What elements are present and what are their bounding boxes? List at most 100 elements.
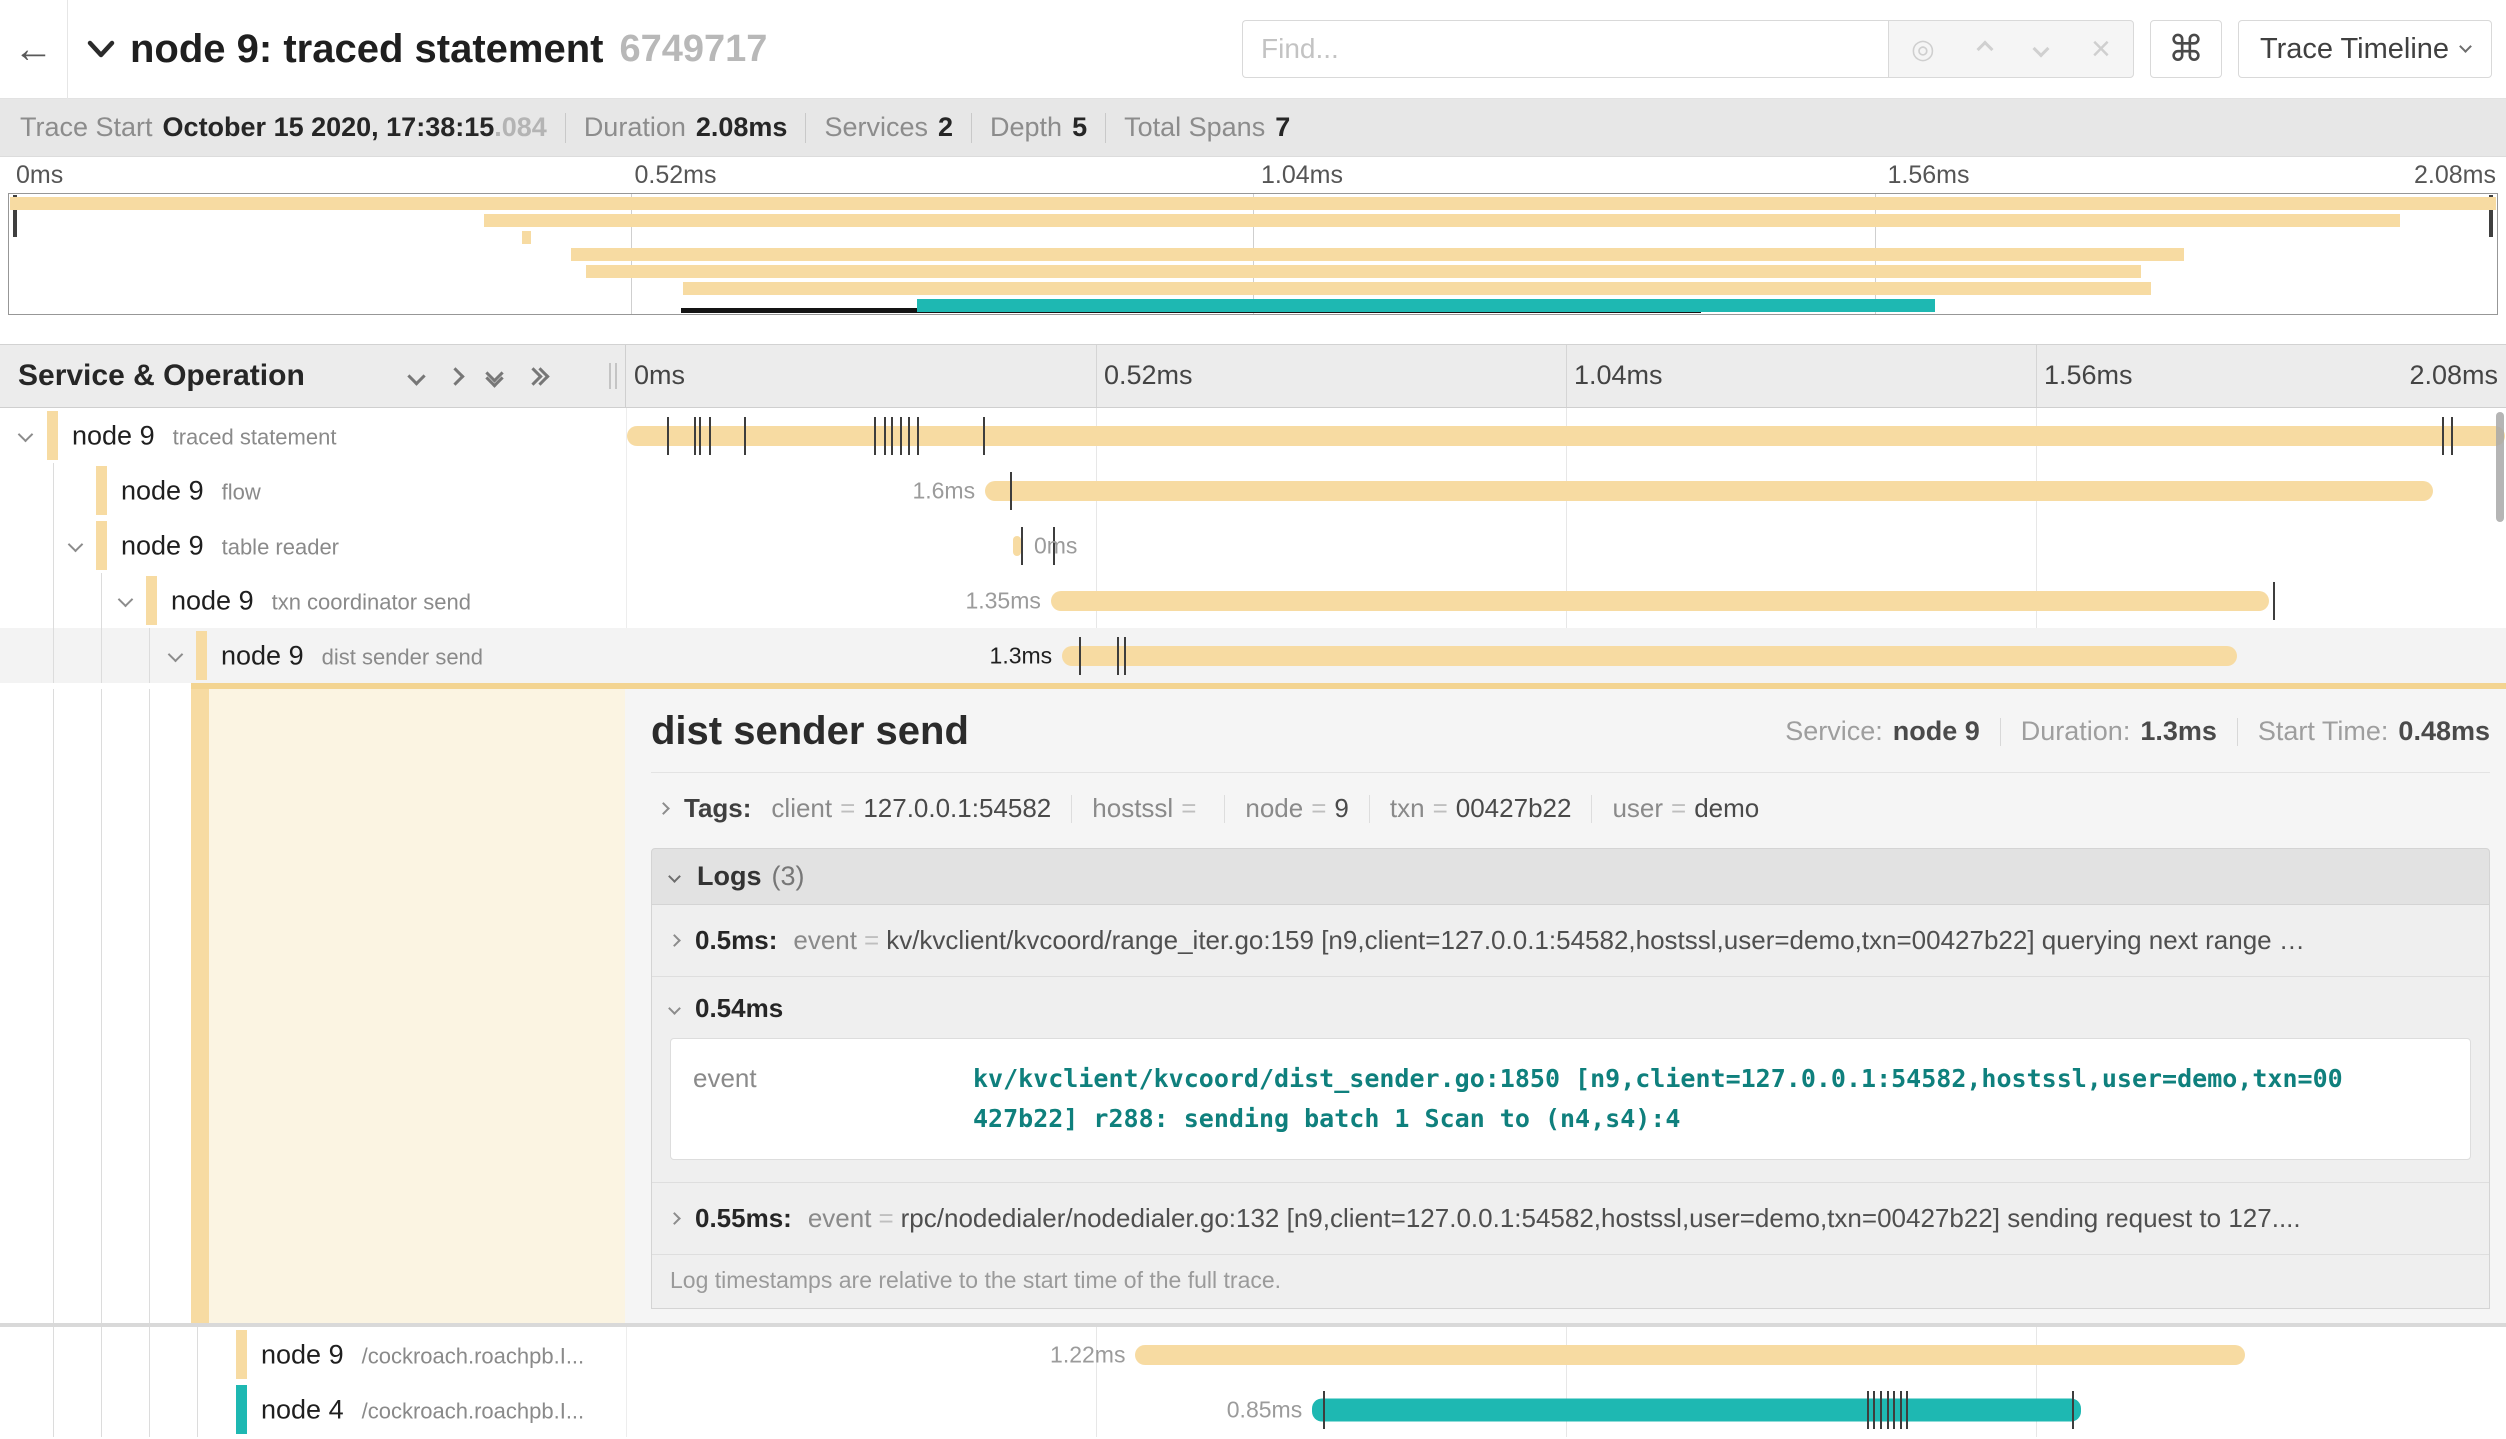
tree-guide-line xyxy=(149,689,150,1323)
find-input[interactable] xyxy=(1242,20,1888,78)
span-tree-chevron-icon[interactable] xyxy=(120,592,131,610)
span-duration-bar[interactable] xyxy=(1051,591,2269,611)
starttime-meta-label: Start Time: xyxy=(2258,716,2389,747)
span-service-name: node 4/cockroach.roachpb.I... xyxy=(261,1394,584,1425)
span-timeline-cell[interactable]: 0ms xyxy=(626,518,2506,573)
span-tree-chevron-icon[interactable] xyxy=(170,647,181,665)
span-name-cell[interactable]: node 9txn coordinator send xyxy=(0,573,626,628)
span-row[interactable]: node 9flow1.6ms xyxy=(0,463,2506,518)
tree-guide-line xyxy=(149,628,150,683)
span-timeline-cell[interactable]: 0.85ms xyxy=(626,1382,2506,1437)
log-event-table: event kv/kvclient/kvcoord/dist_sender.go… xyxy=(670,1038,2471,1160)
span-row[interactable]: node 9traced statement xyxy=(0,408,2506,463)
trace-summary-bar: Trace Start October 15 2020, 17:38:15.08… xyxy=(0,99,2506,157)
span-duration-bar[interactable] xyxy=(1013,536,1021,556)
service-meta-value: node 9 xyxy=(1893,716,1980,747)
span-duration-bar[interactable] xyxy=(1062,646,2237,666)
duration-value: 2.08ms xyxy=(696,112,788,143)
selected-span-color-strip xyxy=(191,689,209,1323)
log-time: 0.55ms: xyxy=(695,1203,792,1234)
trace-title-group[interactable]: node 9: traced statement 6749717 xyxy=(86,27,1242,72)
tree-guide-line xyxy=(53,1382,54,1437)
log-field-value: kv/kvclient/kvcoord/dist_sender.go:1850 … xyxy=(973,1059,2448,1139)
find-group: ◎ × xyxy=(1242,20,2134,78)
span-name-cell[interactable]: node 9flow xyxy=(0,463,626,518)
next-result-icon[interactable] xyxy=(2035,43,2047,55)
match-target-icon[interactable]: ◎ xyxy=(1911,34,1935,65)
span-tree-chevron-icon[interactable] xyxy=(70,537,81,555)
tag-key: client xyxy=(771,793,832,823)
log-marker-tick xyxy=(1893,1391,1895,1429)
trace-minimap: 0ms 0.52ms 1.04ms 1.56ms 2.08ms xyxy=(0,157,2506,320)
span-timeline-cell[interactable]: 1.35ms xyxy=(626,573,2506,628)
prev-result-icon[interactable] xyxy=(1979,43,1991,55)
log-marker-tick xyxy=(1021,527,1023,565)
tag-key: hostssl xyxy=(1092,793,1173,823)
trace-start-label: Trace Start xyxy=(20,112,153,143)
tags-row[interactable]: Tags: client=127.0.0.1:54582hostssl=node… xyxy=(651,773,2490,842)
span-detail-card: dist sender send Service: node 9 Duratio… xyxy=(625,689,2506,1323)
span-row[interactable]: node 4/cockroach.roachpb.I... 0.85ms xyxy=(0,1382,2506,1437)
span-row[interactable]: node 9dist sender send1.3ms xyxy=(0,628,2506,683)
trace-id: 6749717 xyxy=(619,28,767,71)
tree-guide-line xyxy=(53,628,54,683)
tag-item[interactable]: hostssl= xyxy=(1092,793,1204,824)
log-marker-tick xyxy=(2072,1391,2074,1429)
log-entry-3[interactable]: 0.55ms: event = rpc/nodedialer/nodediale… xyxy=(652,1183,2489,1255)
log-marker-tick xyxy=(983,417,985,455)
span-duration-bar[interactable] xyxy=(1312,1398,2081,1421)
span-duration-bar[interactable] xyxy=(1135,1345,2244,1365)
log-entry-1[interactable]: 0.5ms: event = kv/kvclient/kvcoord/range… xyxy=(652,905,2489,977)
span-name-cell[interactable]: node 9/cockroach.roachpb.I... xyxy=(0,1327,626,1382)
span-color-strip xyxy=(236,1385,247,1434)
span-id-row: SpanID: 5597415943526560273 xyxy=(651,1309,2490,1323)
span-timeline-cell[interactable] xyxy=(626,408,2506,463)
logs-header[interactable]: Logs (3) xyxy=(651,848,2490,905)
collapse-all-icon[interactable] xyxy=(488,367,501,385)
logs-footnote: Log timestamps are relative to the start… xyxy=(652,1255,2489,1308)
divider xyxy=(2000,718,2001,746)
back-button[interactable]: ← xyxy=(0,0,68,99)
trace-view-selector[interactable]: Trace Timeline xyxy=(2238,20,2492,78)
tag-item[interactable]: client=127.0.0.1:54582 xyxy=(771,793,1051,824)
column-resize-handle[interactable] xyxy=(609,363,617,389)
expand-all-icon[interactable] xyxy=(527,370,547,383)
minimap-canvas[interactable] xyxy=(8,193,2498,315)
collapse-trace-chevron-icon[interactable] xyxy=(86,34,116,64)
tag-value: 00427b22 xyxy=(1456,793,1572,823)
clear-find-icon[interactable]: × xyxy=(2091,30,2111,69)
tree-guide-line xyxy=(149,1327,150,1382)
span-name-cell[interactable]: node 4/cockroach.roachpb.I... xyxy=(0,1382,626,1437)
span-row[interactable]: node 9table reader0ms xyxy=(0,518,2506,573)
logs-collapse-icon[interactable] xyxy=(668,870,681,883)
span-name-cell[interactable]: node 9traced statement xyxy=(0,408,626,463)
span-name-cell[interactable]: node 9table reader xyxy=(0,518,626,573)
minimap-span-bar xyxy=(586,265,2141,278)
minimap-span-bar xyxy=(10,197,2496,210)
span-color-strip xyxy=(236,1330,247,1379)
expand-one-icon[interactable] xyxy=(446,367,464,385)
span-timeline-cell[interactable]: 1.3ms xyxy=(626,628,2506,683)
tag-item[interactable]: txn=00427b22 xyxy=(1390,793,1572,824)
tree-guide-line xyxy=(101,573,102,628)
tags-expand-icon[interactable] xyxy=(657,802,670,815)
tag-item[interactable]: user=demo xyxy=(1612,793,1759,824)
tree-guide-line xyxy=(53,1327,54,1382)
span-tree-chevron-icon[interactable] xyxy=(20,427,31,445)
span-row[interactable]: node 9/cockroach.roachpb.I...1.22ms xyxy=(0,1327,2506,1382)
tag-value: demo xyxy=(1694,793,1759,823)
log-marker-tick xyxy=(699,417,701,455)
span-duration-bar[interactable] xyxy=(985,481,2433,501)
span-name-cell[interactable]: node 9dist sender send xyxy=(0,628,626,683)
rows-scrollbar-thumb[interactable] xyxy=(2496,412,2504,522)
tag-item[interactable]: node=9 xyxy=(1245,793,1349,824)
keyboard-shortcuts-button[interactable]: ⌘ xyxy=(2150,20,2222,78)
span-timeline-cell[interactable]: 1.22ms xyxy=(626,1327,2506,1382)
log-entry-2-header[interactable]: 0.54ms xyxy=(652,977,2489,1036)
span-timeline-cell[interactable]: 1.6ms xyxy=(626,463,2506,518)
bottom-span-rows: node 9/cockroach.roachpb.I...1.22msnode … xyxy=(0,1327,2506,1437)
span-row[interactable]: node 9txn coordinator send1.35ms xyxy=(0,573,2506,628)
log-time: 0.54ms xyxy=(695,993,783,1024)
log-marker-tick xyxy=(1124,637,1126,675)
collapse-one-icon[interactable] xyxy=(407,367,425,385)
